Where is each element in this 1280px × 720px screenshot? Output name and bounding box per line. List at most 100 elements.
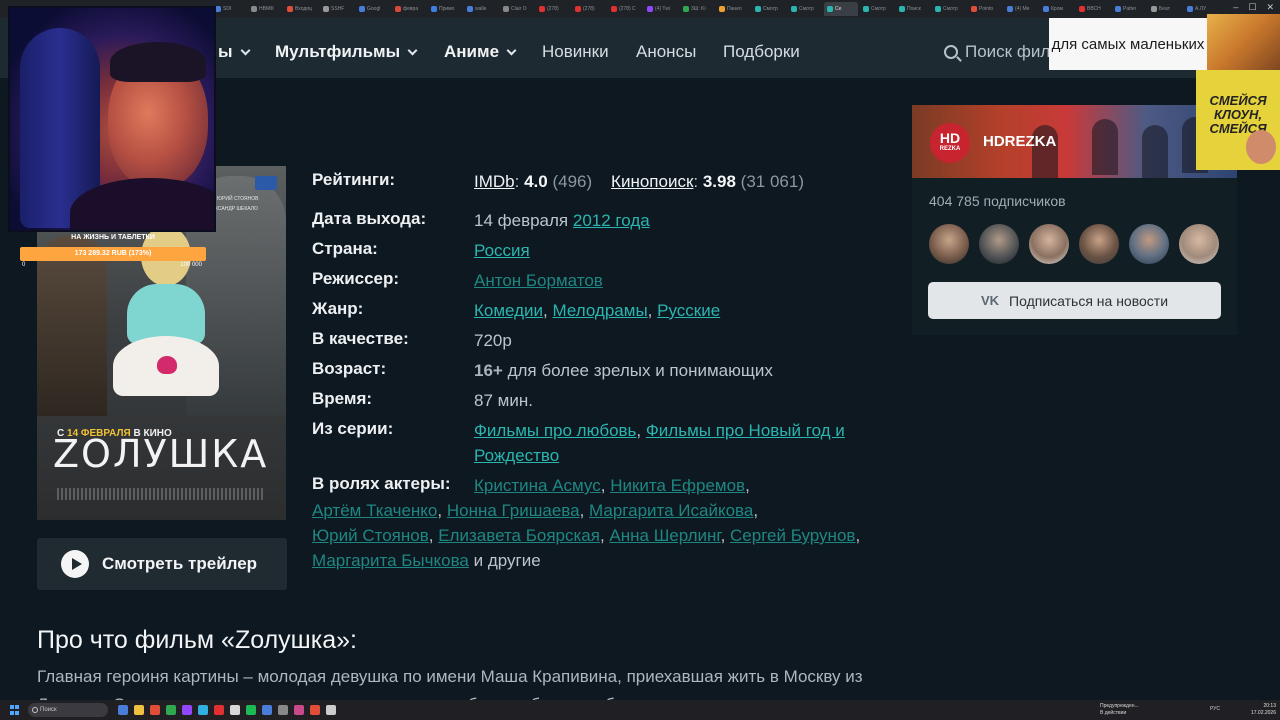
actor-link[interactable]: Артём Ткаченко — [312, 501, 437, 520]
taskbar-app-icon[interactable] — [182, 705, 192, 715]
minimize-icon[interactable]: – — [1233, 2, 1238, 13]
avatar[interactable] — [1079, 224, 1119, 264]
tab-favicon-icon — [1115, 6, 1121, 12]
maximize-icon[interactable]: ☐ — [1248, 2, 1256, 13]
actor-link[interactable]: Юрий Стоянов — [312, 526, 429, 545]
donation-max: 100 000 — [180, 262, 202, 268]
actor-link[interactable]: Кристина Асмус — [474, 476, 601, 495]
browser-tab[interactable]: Панел — [716, 2, 750, 16]
taskbar-app-icon[interactable] — [198, 705, 208, 715]
taskbar-app-icon[interactable] — [166, 705, 176, 715]
browser-tab[interactable]: ВВСН — [1076, 2, 1110, 16]
browser-tab[interactable]: 3Ш: Ki — [680, 2, 714, 16]
watch-trailer-button[interactable]: Смотреть трейлер — [37, 538, 287, 590]
taskbar-app-icon[interactable] — [230, 705, 240, 715]
nav-item-anime[interactable]: Аниме — [444, 42, 517, 62]
series-link[interactable]: Рождество — [474, 446, 559, 465]
browser-tab[interactable]: Patter — [1112, 2, 1146, 16]
series-link[interactable]: Фильмы про Новый год и — [646, 421, 845, 440]
actor-link[interactable]: Маргарита Исайкова — [589, 501, 753, 520]
browser-tab[interactable]: НВМФ — [248, 2, 282, 16]
vk-banner[interactable]: HD REZKA HDREZKA — [912, 105, 1237, 178]
browser-tab[interactable]: walle — [464, 2, 498, 16]
avatar[interactable] — [1179, 224, 1219, 264]
browser-tab[interactable]: (4) Twi — [644, 2, 678, 16]
vk-subscribe-button[interactable]: VK Подписаться на новости — [928, 282, 1221, 319]
actor-link[interactable]: Елизавета Боярская — [438, 526, 600, 545]
genre-link[interactable]: Комедии — [474, 301, 543, 320]
genre-link[interactable]: Русские — [657, 301, 720, 320]
cast-more: и другие — [473, 551, 541, 570]
taskbar-app-icon[interactable] — [278, 705, 288, 715]
avatar[interactable] — [979, 224, 1019, 264]
actor-link[interactable]: Анна Шерлинг — [609, 526, 720, 545]
taskbar-app-icon[interactable] — [246, 705, 256, 715]
browser-tab[interactable]: (4) Me — [1004, 2, 1038, 16]
actor-link[interactable]: Сергей Бурунов — [730, 526, 855, 545]
nav-item-new[interactable]: Новинки — [542, 42, 609, 62]
browser-tab[interactable]: Смотр — [788, 2, 822, 16]
browser-tab[interactable]: (278) — [536, 2, 570, 16]
search-icon[interactable] — [944, 45, 958, 59]
nav-item-cartoons[interactable]: Мультфильмы — [275, 42, 418, 62]
release-year-link[interactable]: 2012 года — [573, 211, 650, 230]
close-icon[interactable]: ✕ — [1266, 2, 1274, 13]
taskbar-language[interactable]: РУС — [1210, 706, 1220, 712]
browser-tab[interactable]: Кром — [1040, 2, 1074, 16]
browser-tab[interactable]: Беат — [1148, 2, 1182, 16]
hdrezka-logo[interactable]: HD REZKA — [930, 123, 970, 163]
taskbar-app-icon[interactable] — [326, 705, 336, 715]
browser-tab-label: A.ЛУ — [1195, 6, 1207, 12]
vk-community-name[interactable]: HDREZKA — [983, 133, 1056, 150]
series-link[interactable]: Фильмы про любовь — [474, 421, 636, 440]
browser-tab[interactable]: Googl — [356, 2, 390, 16]
avatar[interactable] — [929, 224, 969, 264]
genre-link[interactable]: Мелодрамы — [553, 301, 648, 320]
kinopoisk-link[interactable]: Кинопоиск — [611, 172, 693, 191]
browser-tab[interactable]: SDI — [212, 2, 246, 16]
taskbar-app-icon[interactable] — [134, 705, 144, 715]
poster-studio-logo — [255, 176, 277, 190]
taskbar-app-icon[interactable] — [214, 705, 224, 715]
taskbar-app-icon[interactable] — [262, 705, 272, 715]
avatar[interactable] — [1129, 224, 1169, 264]
browser-tab-label: Clair O — [511, 6, 527, 12]
taskbar-weather[interactable]: Предупрежден... В действии — [1100, 703, 1139, 717]
taskbar-app-icon[interactable] — [118, 705, 128, 715]
avatar[interactable] — [1029, 224, 1069, 264]
browser-tab[interactable]: Примо — [428, 2, 462, 16]
actor-link[interactable]: Маргарита Бычкова — [312, 551, 469, 570]
quality-label: В качестве: — [312, 329, 409, 348]
taskbar-app-icon[interactable] — [150, 705, 160, 715]
nav-item-collections[interactable]: Подборки — [723, 42, 800, 62]
browser-tab[interactable]: Смотр — [860, 2, 894, 16]
country-link[interactable]: Россия — [474, 241, 530, 260]
taskbar-clock[interactable]: 20:13 17.02.2026 — [1251, 703, 1276, 717]
search-field[interactable]: Поиск фил — [944, 42, 1050, 62]
nav-item-announcements[interactable]: Анонсы — [636, 42, 696, 62]
browser-tab[interactable]: Смотр — [932, 2, 966, 16]
nav-item-films[interactable]: ы — [218, 42, 250, 62]
windows-start-icon[interactable] — [10, 705, 20, 715]
browser-tab[interactable]: (278) — [572, 2, 606, 16]
poster-credits — [57, 488, 265, 500]
browser-tab[interactable]: Clair O — [500, 2, 534, 16]
browser-tab[interactable]: Смотр — [752, 2, 786, 16]
browser-tab[interactable]: Pointo — [968, 2, 1002, 16]
actor-link[interactable]: Никита Ефремов — [610, 476, 745, 495]
browser-tab[interactable]: (278) C — [608, 2, 642, 16]
browser-tab[interactable]: февра — [392, 2, 426, 16]
taskbar-search[interactable]: Поиск — [28, 703, 108, 717]
browser-tab[interactable]: Сe — [824, 2, 858, 16]
director-link[interactable]: Антон Борматов — [474, 271, 603, 290]
cast-value: Артём Ткаченко, Нонна Гришаева, Маргарит… — [312, 501, 759, 520]
taskbar-app-icon[interactable] — [294, 705, 304, 715]
actor-link[interactable]: Нонна Гришаева — [447, 501, 580, 520]
browser-tab[interactable]: Поиск — [896, 2, 930, 16]
browser-tab[interactable]: SSHF — [320, 2, 354, 16]
clock-time: 20:13 — [1263, 703, 1276, 709]
imdb-link[interactable]: IMDb — [474, 172, 515, 191]
browser-tab[interactable]: Входяц — [284, 2, 318, 16]
taskbar-app-icon[interactable] — [310, 705, 320, 715]
tab-favicon-icon — [755, 6, 761, 12]
